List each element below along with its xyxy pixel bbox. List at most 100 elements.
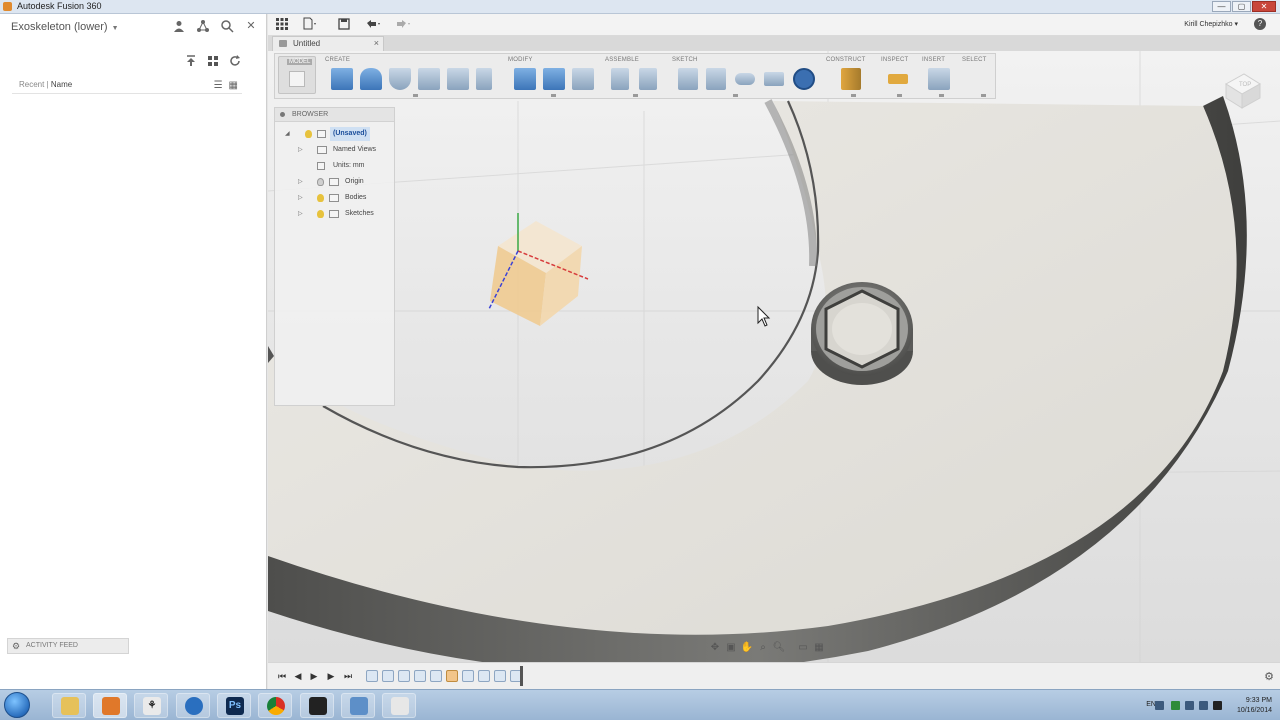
close-tab-icon[interactable]: × [374, 37, 379, 50]
step-forward-icon[interactable]: ▶ [325, 670, 337, 682]
tray-flag-icon[interactable] [1199, 701, 1208, 710]
rectangle-tool-icon[interactable] [764, 72, 784, 86]
zoom-icon[interactable]: 🔍︎ [772, 641, 786, 655]
taskbar-app-4[interactable] [176, 693, 210, 718]
expand-triangle-icon[interactable]: ▷ [298, 191, 303, 205]
visibility-bulb-off-icon[interactable] [317, 178, 324, 186]
visibility-bulb-icon[interactable] [317, 210, 324, 218]
fillet-tool-icon[interactable] [543, 68, 565, 90]
press-pull-tool-icon[interactable] [514, 68, 536, 90]
help-icon[interactable]: ? [1254, 18, 1266, 30]
activity-feed-bar[interactable]: ⚙ ACTIVITY FEED [7, 638, 129, 654]
user-menu[interactable]: Kirill Chepizhko ▾ [1184, 20, 1238, 28]
chamfer-tool-icon[interactable] [572, 68, 594, 90]
as-built-joint-tool-icon[interactable] [639, 68, 657, 90]
expand-triangle-icon[interactable]: ▷ [298, 207, 303, 221]
view-cube[interactable]: TOP [1222, 70, 1262, 110]
browser-header[interactable]: BROWSER [275, 108, 394, 122]
browser-item-sketches[interactable]: ▷ Sketches [298, 207, 393, 221]
browser-root-node[interactable]: ◢ (Unsaved) [285, 127, 395, 141]
file-menu-icon[interactable] [302, 17, 318, 33]
redo-icon[interactable] [394, 17, 410, 33]
box-tool-icon[interactable] [331, 68, 353, 90]
insert-mesh-tool-icon[interactable] [928, 68, 950, 90]
tray-network-icon[interactable] [1185, 701, 1194, 710]
orbit-icon[interactable]: ✥ [708, 641, 722, 655]
timeline-feature[interactable] [462, 670, 474, 682]
stop-sketch-tool-icon[interactable] [793, 68, 815, 90]
collapse-triangle-icon[interactable]: ◢ [285, 127, 290, 141]
browser-pin-icon[interactable] [280, 112, 285, 117]
line-tool-icon[interactable] [678, 68, 698, 90]
assemble-dropdown-caret[interactable] [633, 94, 638, 97]
insert-dropdown-caret[interactable] [939, 94, 944, 97]
timeline-feature[interactable] [478, 670, 490, 682]
expand-triangle-icon[interactable]: ▷ [298, 175, 303, 189]
name-column[interactable]: Name [51, 80, 72, 89]
data-panel-toggle-icon[interactable] [274, 17, 290, 33]
browser-item-named-views[interactable]: ▷ Named Views [298, 143, 393, 157]
model-scene[interactable] [268, 51, 1280, 662]
step-back-icon[interactable]: ◀ [292, 670, 304, 682]
offset-plane-tool-icon[interactable] [841, 68, 861, 90]
people-icon[interactable] [172, 19, 186, 33]
expand-triangle-icon[interactable]: ▷ [298, 143, 303, 157]
taskbar-app-8[interactable] [341, 693, 375, 718]
project-selector[interactable]: Exoskeleton (lower) ▼ [11, 21, 119, 33]
minimize-button[interactable]: — [1212, 1, 1231, 12]
document-tab[interactable]: Untitled × [272, 36, 384, 51]
tray-arrow-icon[interactable] [1155, 701, 1164, 710]
search-icon[interactable] [220, 19, 234, 33]
taskbar-chrome[interactable] [258, 693, 292, 718]
list-view-icon[interactable]: ☰ [214, 79, 223, 93]
project-tool-icon[interactable] [706, 68, 726, 90]
measure-tool-icon[interactable] [888, 74, 908, 84]
look-at-icon[interactable]: ▣ [724, 641, 738, 655]
timeline-feature[interactable] [398, 670, 410, 682]
timeline-feature[interactable] [494, 670, 506, 682]
play-icon[interactable]: ▶ [308, 670, 320, 682]
pan-hand-icon[interactable]: ✋ [740, 641, 754, 655]
visibility-bulb-icon[interactable] [305, 130, 312, 138]
taskbar-app-9[interactable] [382, 693, 416, 718]
zoom-window-icon[interactable]: ⌕ [756, 641, 770, 655]
clock-time[interactable]: 9:33 PM [1212, 697, 1272, 704]
save-icon[interactable] [336, 17, 352, 33]
joint-tool-icon[interactable] [611, 68, 629, 90]
inspect-dropdown-caret[interactable] [897, 94, 902, 97]
sphere-tool-icon[interactable] [389, 68, 411, 90]
share-network-icon[interactable] [196, 19, 210, 33]
visibility-bulb-icon[interactable] [317, 194, 324, 202]
recent-column[interactable]: Recent [19, 80, 44, 89]
taskbar-app-3[interactable]: ⚘ [134, 693, 168, 718]
thumbnail-view-icon[interactable]: ▦ [229, 79, 238, 93]
timeline-marker[interactable] [520, 666, 523, 686]
clock-date[interactable]: 10/16/2014 [1212, 707, 1272, 714]
timeline-feature[interactable] [414, 670, 426, 682]
pipe-tool-icon[interactable] [476, 68, 492, 90]
go-to-start-icon[interactable]: ⏮ [276, 670, 288, 682]
taskbar-video-app[interactable] [300, 693, 334, 718]
start-button[interactable] [4, 692, 30, 718]
sketch-dropdown-caret[interactable] [733, 94, 738, 97]
select-dropdown-caret[interactable] [981, 94, 986, 97]
close-panel-icon[interactable]: ✕ [244, 19, 258, 33]
browser-item-units[interactable]: Units: mm [298, 159, 393, 173]
coil-tool-icon[interactable] [447, 68, 469, 90]
undo-icon[interactable] [364, 17, 380, 33]
browser-item-origin[interactable]: ▷ Origin [298, 175, 393, 189]
browser-item-bodies[interactable]: ▷ Bodies [298, 191, 393, 205]
create-dropdown-caret[interactable] [413, 94, 418, 97]
taskbar-fusion360[interactable] [93, 693, 127, 718]
timeline-feature[interactable] [366, 670, 378, 682]
go-to-end-icon[interactable]: ⏭ [342, 670, 354, 682]
grid-settings-icon[interactable]: ▦ [812, 641, 826, 655]
tray-app-icon[interactable] [1171, 701, 1180, 710]
torus-tool-icon[interactable] [418, 68, 440, 90]
display-settings-icon[interactable]: ▭ [796, 641, 810, 655]
taskbar-photoshop[interactable]: Ps [217, 693, 251, 718]
cylinder-tool-icon[interactable] [360, 68, 382, 90]
modify-dropdown-caret[interactable] [551, 94, 556, 97]
upload-icon[interactable] [184, 54, 198, 68]
timeline-feature-active[interactable] [446, 670, 458, 682]
